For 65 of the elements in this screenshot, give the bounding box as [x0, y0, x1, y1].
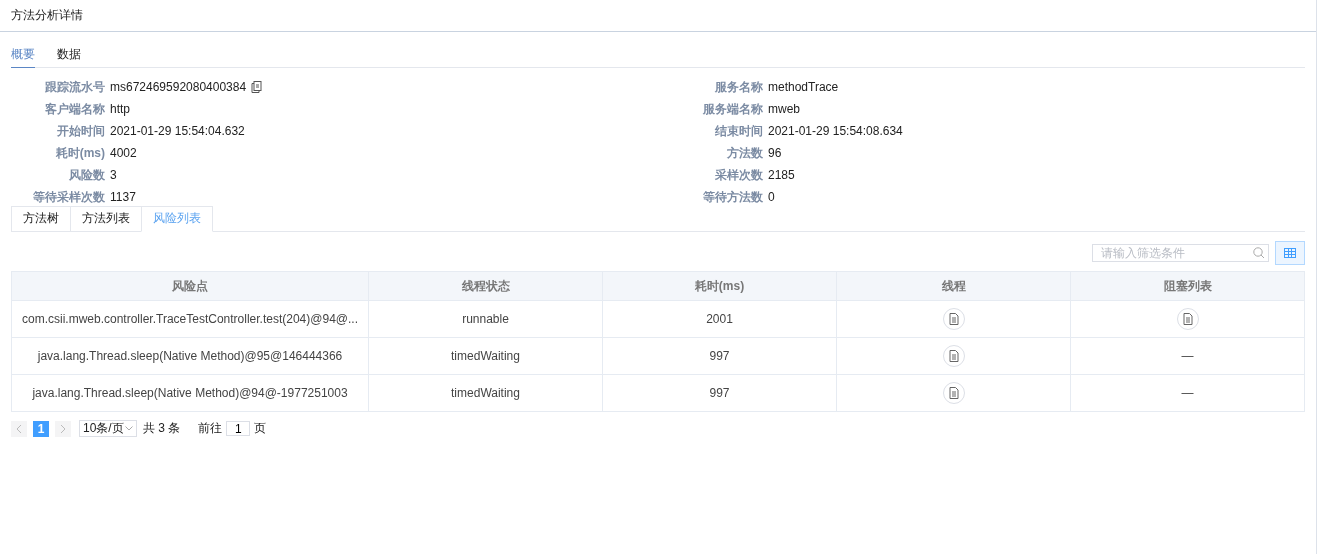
field-value: ms672469592080400384 — [110, 80, 247, 94]
field-value: 4002 — [110, 146, 137, 160]
document-button[interactable] — [942, 308, 965, 330]
field-value: mweb — [768, 102, 800, 116]
table-cell: java.lang.Thread.sleep(Native Method)@94@-1977251003 — [11, 374, 369, 412]
field-value: 2185 — [768, 168, 795, 182]
document-icon — [948, 350, 959, 362]
document-icon — [948, 387, 959, 399]
field-value: 3 — [110, 168, 117, 182]
column-header: 风险点 — [11, 271, 369, 301]
table-cell: 997 — [602, 337, 837, 375]
table-cell: timedWaiting — [368, 374, 603, 412]
chevron-down-icon — [124, 426, 133, 431]
table-icon — [1284, 248, 1296, 258]
search-field[interactable]: 请输入筛选条件 — [1092, 244, 1269, 262]
page-input[interactable]: 1 — [226, 421, 251, 436]
table-view-button[interactable] — [1275, 241, 1305, 265]
field-label: 耗时(ms) — [54, 144, 105, 162]
table-cell: java.lang.Thread.sleep(Native Method)@95@146444366 — [11, 337, 369, 375]
document-button[interactable] — [942, 345, 965, 367]
field-label: 采样次数 — [714, 166, 763, 184]
field-label: 等待采样次数 — [32, 188, 105, 206]
tab[interactable]: 方法树 — [11, 206, 71, 231]
document-button[interactable] — [1176, 308, 1199, 330]
document-button[interactable] — [942, 382, 965, 404]
column-header: 线程状态 — [368, 271, 603, 301]
total-count: 共 3 条 — [143, 420, 181, 437]
field-value: 0 — [768, 190, 775, 204]
field-value: http — [110, 102, 130, 116]
document-icon — [1182, 313, 1193, 325]
field-label: 风险数 — [68, 166, 105, 184]
field-value: methodTrace — [768, 80, 839, 94]
chevron-left-icon — [16, 423, 22, 434]
page-unit: 页 — [254, 420, 267, 437]
field-label: 服务端名称 — [702, 100, 763, 118]
column-header: 线程 — [836, 271, 1071, 301]
field-value: 2021-01-29 15:54:08.634 — [768, 124, 903, 138]
tab[interactable]: 概要 — [11, 42, 35, 68]
tab[interactable]: 数据 — [57, 42, 81, 68]
column-header: 耗时(ms) — [602, 271, 837, 301]
copy-icon[interactable] — [251, 81, 263, 93]
page-size-select[interactable]: 10条/页 — [79, 420, 137, 437]
window-title: 方法分析详情 — [11, 7, 83, 24]
table-cell: runnable — [368, 300, 603, 338]
field-value: 1137 — [110, 190, 136, 204]
field-label: 结束时间 — [714, 122, 763, 140]
table-cell: 2001 — [602, 300, 837, 338]
field-value: 2021-01-29 15:54:04.632 — [110, 124, 245, 138]
field-label: 客户端名称 — [44, 100, 105, 118]
field-value: 96 — [768, 146, 782, 160]
empty-dash: — — [1181, 386, 1194, 400]
chevron-right-icon — [60, 423, 66, 434]
field-label: 开始时间 — [56, 122, 105, 140]
field-label: 方法数 — [726, 144, 763, 162]
field-label: 跟踪流水号 — [44, 78, 105, 96]
table-cell: timedWaiting — [368, 337, 603, 375]
table-cell: 997 — [602, 374, 837, 412]
field-label: 等待方法数 — [702, 188, 763, 206]
field-label: 服务名称 — [714, 78, 763, 96]
search-icon — [1253, 247, 1265, 259]
goto-label: 前往 — [198, 420, 223, 437]
document-icon — [948, 313, 959, 325]
column-header: 阻塞列表 — [1070, 271, 1305, 301]
empty-dash: — — [1181, 349, 1194, 363]
table-cell: com.csii.mweb.controller.TraceTestController.test(204)@94@... — [11, 300, 369, 338]
